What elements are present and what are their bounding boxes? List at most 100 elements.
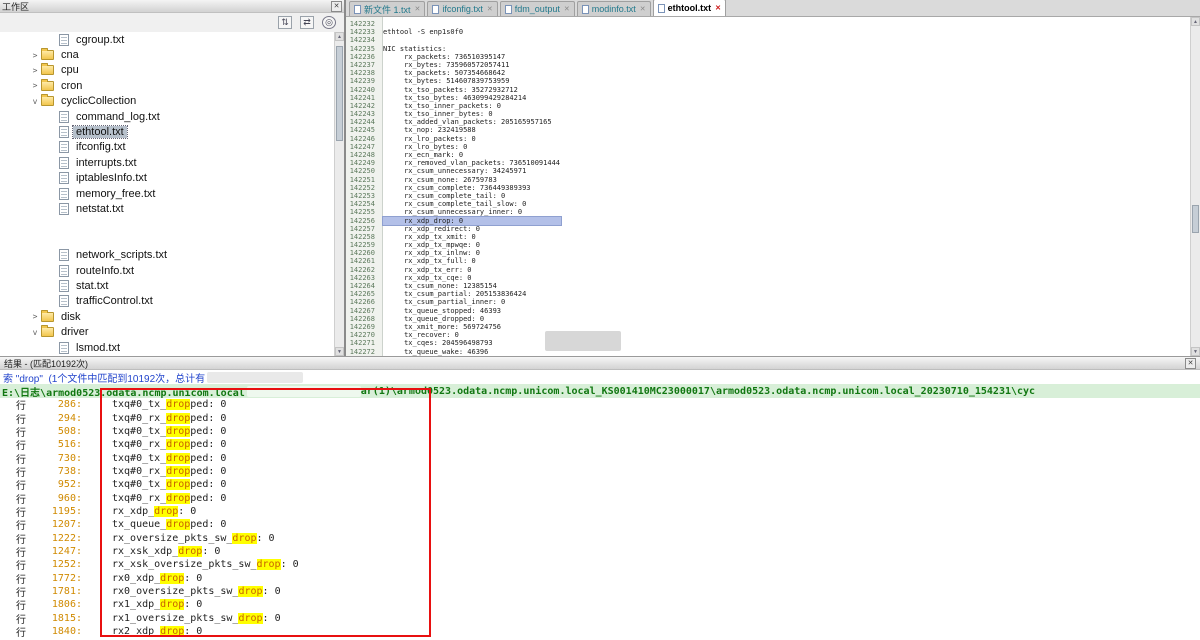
tree-item-routeInfo.txt[interactable]: routeInfo.txt [0,263,334,278]
tree-item-trafficControl.txt[interactable]: trafficControl.txt [0,294,334,309]
locate-file-icon[interactable]: ◎ [322,16,336,29]
result-row-line-294[interactable]: 行294:txq#0_rx_dropped: 0 [0,411,1200,424]
editor-line[interactable]: 142244 tx_added_vlan_packets: 2051659571… [346,118,1190,126]
result-file-path[interactable]: E:\日志\armod0523.odata.ncmp.unicom.local … [0,384,1200,398]
tab-close-icon[interactable]: ✕ [640,5,646,13]
tree-item-memory_free.txt[interactable]: memory_free.txt [0,186,334,201]
result-row-line-1252[interactable]: 行1252:rx_xsk_oversize_pkts_sw_drop: 0 [0,558,1200,571]
result-row-line-730[interactable]: 行730:txq#0_tx_dropped: 0 [0,451,1200,464]
editor-line[interactable]: 142262 rx_xdp_tx_err: 0 [346,266,1190,274]
editor-line[interactable]: 142245 tx_nop: 232419588 [346,126,1190,134]
tab-close-icon[interactable]: ✕ [415,5,421,13]
tab-ethtool.txt[interactable]: ethtool.txt✕ [653,0,726,16]
tree-item-lsmod.txt[interactable]: lsmod.txt [0,340,334,355]
tree-item-cyclicCollection[interactable]: vcyclicCollection [0,94,334,109]
tree-item-cron[interactable]: >cron [0,78,334,93]
tree-item-network_scripts.txt[interactable]: network_scripts.txt [0,247,334,262]
editor-line[interactable]: 142240 tx_tso_packets: 35272932712 [346,86,1190,94]
result-row-line-1772[interactable]: 行1772:rx0_xdp_drop: 0 [0,571,1200,584]
close-results-icon[interactable]: ✕ [1185,358,1196,369]
editor-line[interactable]: 142239 tx_bytes: 514607839753959 [346,77,1190,85]
editor-line[interactable]: 142255 rx_csum_unnecessary_inner: 0 [346,208,1190,216]
tab-ifconfig.txt[interactable]: ifconfig.txt✕ [427,1,497,16]
result-row-line-952[interactable]: 行952:txq#0_tx_dropped: 0 [0,478,1200,491]
tab-fdm_output[interactable]: fdm_output✕ [500,1,575,16]
sync-files-icon[interactable]: ⇅ [278,16,292,29]
editor-line[interactable]: 142242 tx_tso_inner_packets: 0 [346,102,1190,110]
editor-line[interactable]: 142253 rx_csum_complete_tail: 0 [346,192,1190,200]
close-workspace-icon[interactable]: ✕ [331,1,342,12]
tree-item-netstat.txt[interactable]: netstat.txt [0,201,334,216]
editor-line[interactable]: 142259 rx_xdp_tx_mpwqe: 0 [346,241,1190,249]
editor-line[interactable]: 142248 rx_ecn_mark: 0 [346,151,1190,159]
editor-line[interactable]: 142252 rx_csum_complete: 736449389393 [346,184,1190,192]
editor-line[interactable]: 142237 rx_bytes: 735960572057411 [346,61,1190,69]
editor-line[interactable]: 142266 tx_csum_partial_inner: 0 [346,298,1190,306]
editor-line[interactable]: 142250 rx_csum_unnecessary: 34245971 [346,167,1190,175]
tab-close-icon[interactable]: ✕ [715,4,721,12]
result-row-line-1840[interactable]: 行1840:rx2_xdp_drop: 0 [0,625,1200,638]
result-row-line-1247[interactable]: 行1247:rx_xsk_xdp_drop: 0 [0,545,1200,558]
tab-close-icon[interactable]: ✕ [487,5,493,13]
scroll-up-icon[interactable]: ▲ [335,32,344,41]
tree-item-stat.txt[interactable]: stat.txt [0,278,334,293]
editor-line[interactable]: 142265 tx_csum_partial: 205153836424 [346,290,1190,298]
tree-item-cpu[interactable]: >cpu [0,63,334,78]
editor-line[interactable]: 142254 rx_csum_complete_tail_slow: 0 [346,200,1190,208]
tab-close-icon[interactable]: ✕ [564,5,570,13]
editor-line[interactable]: 142251 rx_csum_none: 26759783 [346,176,1190,184]
chevron-down-icon[interactable]: v [29,97,41,106]
result-row-line-1222[interactable]: 行1222:rx_oversize_pkts_sw_drop: 0 [0,531,1200,544]
editor-line[interactable]: 142232 [346,20,1190,28]
editor-line[interactable]: 142235NIC statistics: [346,45,1190,53]
tree-item-iptablesInfo.txt[interactable]: iptablesInfo.txt [0,171,334,186]
result-row-line-1806[interactable]: 行1806:rx1_xdp_drop: 0 [0,598,1200,611]
tree-item-disk[interactable]: >disk [0,309,334,324]
editor-line[interactable]: 142243 tx_tso_inner_bytes: 0 [346,110,1190,118]
tab-modinfo.txt[interactable]: modinfo.txt✕ [577,1,651,16]
editor-line[interactable]: 142267 tx_queue_stopped: 46393 [346,307,1190,315]
scroll-up-icon[interactable]: ▲ [1191,17,1200,26]
tree-item-driver[interactable]: vdriver [0,324,334,339]
editor-line[interactable]: 142269 tx_xmit_more: 569724756 [346,323,1190,331]
scrollbar-thumb[interactable] [1192,205,1199,233]
editor-line[interactable]: 142256 rx_xdp_drop: 0 [346,217,1190,225]
scroll-down-icon[interactable]: ▼ [335,347,344,356]
scrollbar-thumb[interactable] [336,46,343,141]
chevron-right-icon[interactable]: > [29,312,41,321]
editor-line[interactable]: 142236 rx_packets: 736510395147 [346,53,1190,61]
result-row-line-508[interactable]: 行508:txq#0_tx_dropped: 0 [0,425,1200,438]
result-row-line-1815[interactable]: 行1815:rx1_oversize_pkts_sw_drop: 0 [0,612,1200,625]
tree-item-cgroup.txt[interactable]: cgroup.txt [0,32,334,47]
tree-item-interrupts.txt[interactable]: interrupts.txt [0,155,334,170]
editor-line[interactable]: 142247 rx_lro_bytes: 0 [346,143,1190,151]
tree-item-ifconfig.txt[interactable]: ifconfig.txt [0,140,334,155]
result-row-line-738[interactable]: 行738:txq#0_rx_dropped: 0 [0,465,1200,478]
tree-item-command_log.txt[interactable]: command_log.txt [0,109,334,124]
editor-line[interactable]: 142271 tx_cqes: 204596498793 [346,339,1190,347]
editor-scrollbar[interactable]: ▲ ▼ [1190,17,1200,356]
result-row-line-516[interactable]: 行516:txq#0_rx_dropped: 0 [0,438,1200,451]
chevron-right-icon[interactable]: > [29,81,41,90]
editor-line[interactable]: 142258 rx_xdp_tx_xmit: 0 [346,233,1190,241]
chevron-down-icon[interactable]: v [29,328,41,337]
editor-line[interactable]: 142234 [346,36,1190,44]
scroll-down-icon[interactable]: ▼ [1191,347,1200,356]
tree-item-ethtool.txt[interactable]: ethtool.txt [0,124,334,139]
collapse-all-icon[interactable]: ⇄ [300,16,314,29]
editor-line[interactable]: 142241 tx_tso_bytes: 463099429284214 [346,94,1190,102]
result-row-line-1207[interactable]: 行1207:tx_queue_dropped: 0 [0,518,1200,531]
editor-line[interactable]: 142264 tx_csum_none: 12385154 [346,282,1190,290]
editor-line[interactable]: 142233ethtool -S enp1s0f0 [346,28,1190,36]
result-row-line-286[interactable]: 行286:txq#0_tx_dropped: 0 [0,398,1200,411]
editor-line[interactable]: 142270 tx_recover: 0 [346,331,1190,339]
chevron-right-icon[interactable]: > [29,66,41,75]
editor-line[interactable]: 142263 rx_xdp_tx_cqe: 0 [346,274,1190,282]
tree-item-cna[interactable]: >cna [0,47,334,62]
chevron-right-icon[interactable]: > [29,51,41,60]
result-row-line-960[interactable]: 行960:txq#0_rx_dropped: 0 [0,491,1200,504]
editor-line[interactable]: 142261 rx_xdp_tx_full: 0 [346,257,1190,265]
result-row-line-1195[interactable]: 行1195:rx_xdp_drop: 0 [0,505,1200,518]
tab-新文件 1.txt[interactable]: 新文件 1.txt✕ [349,1,425,16]
editor-line[interactable]: 142238 tx_packets: 507354668642 [346,69,1190,77]
